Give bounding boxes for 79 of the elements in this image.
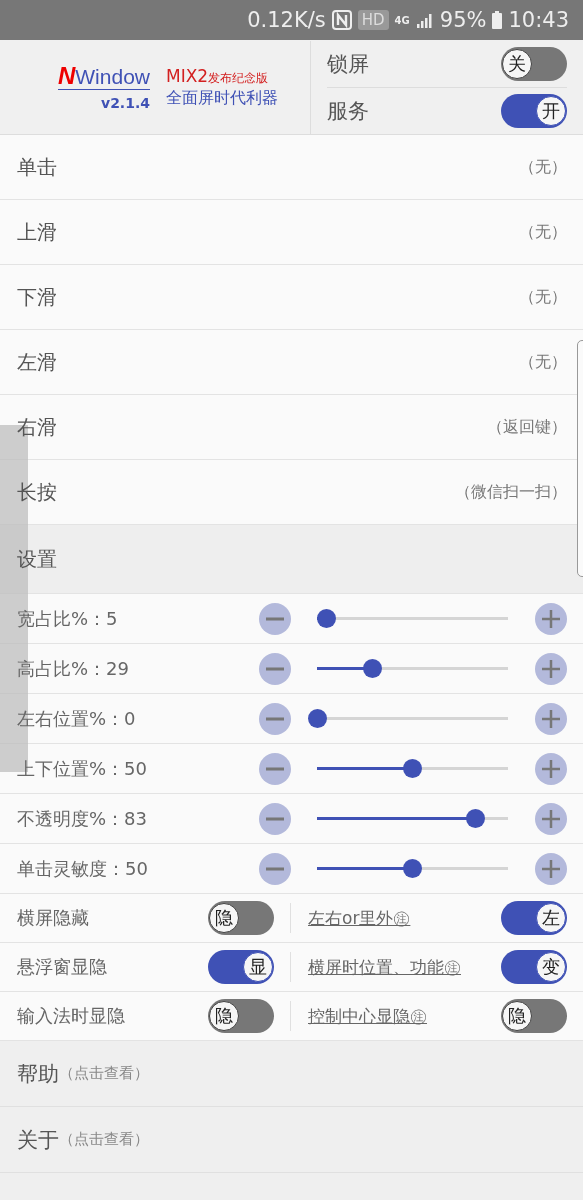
gesture-action[interactable]: （无） — [519, 286, 567, 308]
decrease-button[interactable] — [259, 602, 291, 635]
menu-row[interactable]: 关于（点击查看） — [0, 1107, 583, 1173]
increase-button[interactable] — [535, 752, 567, 785]
slider-thumb[interactable] — [317, 609, 337, 628]
section-title: 设置 — [17, 545, 57, 573]
setting-link[interactable]: 左右or里外㊟ — [308, 906, 411, 930]
battery-level: 95% — [439, 8, 487, 32]
decrease-button[interactable] — [259, 652, 291, 685]
slogan: 全面屏时代利器 — [166, 87, 279, 109]
battery-icon — [492, 11, 503, 29]
setting-link[interactable]: 控制中心显隐㊟ — [308, 1004, 427, 1028]
minus-icon — [266, 766, 284, 771]
setting-link[interactable]: 横屏时位置、功能㊟ — [308, 955, 461, 979]
setting-label: 单击灵敏度：50 — [17, 856, 149, 881]
decrease-button[interactable] — [259, 802, 291, 835]
setting-label: 不透明度%：83 — [17, 806, 148, 831]
minus-icon — [266, 816, 284, 821]
version-label: v2.1.4 — [101, 95, 150, 112]
toggle-switch[interactable]: 关 — [501, 46, 567, 81]
gesture-action[interactable]: （无） — [519, 221, 567, 243]
toggle-switch[interactable]: 隐 — [208, 999, 274, 1033]
clock: 10:43 — [508, 8, 569, 32]
hd-badge: HD — [357, 10, 389, 30]
plus-icon — [542, 709, 560, 728]
minus-icon — [266, 666, 284, 671]
gesture-label[interactable]: 单击 — [17, 153, 57, 181]
plus-icon — [542, 659, 560, 678]
gesture-action[interactable]: （返回键） — [487, 416, 567, 438]
gesture-label[interactable]: 左滑 — [17, 348, 57, 376]
gesture-label[interactable]: 下滑 — [17, 283, 57, 311]
setting-label: 悬浮窗显隐 — [17, 955, 107, 979]
setting-label: 上下位置%：50 — [17, 756, 148, 781]
gesture-label[interactable]: 长按 — [17, 478, 57, 506]
plus-icon — [542, 809, 560, 828]
toggle-switch[interactable]: 隐 — [208, 901, 274, 935]
slider-thumb[interactable] — [466, 809, 485, 828]
network-type: 4G — [394, 14, 410, 26]
gesture-label[interactable]: 右滑 — [17, 413, 57, 441]
setting-label: 左右位置%：0 — [17, 706, 137, 731]
toggle-label: 锁屏 — [327, 50, 369, 78]
setting-label: 输入法时显隐 — [17, 1004, 125, 1028]
increase-button[interactable] — [535, 802, 567, 835]
gesture-label[interactable]: 上滑 — [17, 218, 57, 246]
decrease-button[interactable] — [259, 752, 291, 785]
gesture-action[interactable]: （无） — [519, 351, 567, 373]
slider-thumb[interactable] — [403, 759, 422, 778]
network-speed: 0.12K/s — [247, 8, 326, 32]
edition-label: MIX2发布纪念版 — [166, 65, 270, 88]
increase-button[interactable] — [535, 652, 567, 685]
slider-thumb[interactable] — [403, 859, 422, 878]
plus-icon — [542, 859, 560, 878]
increase-button[interactable] — [535, 602, 567, 635]
toggle-label: 服务 — [327, 97, 369, 125]
setting-label: 宽占比%：5 — [17, 606, 119, 631]
nfc-icon — [331, 10, 352, 30]
minus-icon — [266, 716, 284, 721]
gesture-action[interactable]: （微信扫一扫） — [455, 481, 567, 503]
plus-icon — [542, 759, 560, 778]
minus-icon — [266, 616, 284, 621]
menu-row[interactable]: 帮助（点击查看） — [0, 1041, 583, 1107]
slider-thumb[interactable] — [362, 659, 382, 678]
slider-thumb[interactable] — [307, 709, 327, 728]
toggle-switch[interactable]: 左 — [501, 901, 567, 935]
toggle-switch[interactable]: 变 — [501, 950, 567, 984]
setting-label: 高占比%：29 — [17, 656, 130, 681]
toggle-switch[interactable]: 隐 — [501, 999, 567, 1033]
increase-button[interactable] — [535, 852, 567, 885]
setting-label: 横屏隐藏 — [17, 906, 89, 930]
decrease-button[interactable] — [259, 702, 291, 735]
app-logo: NWindow — [57, 62, 150, 91]
plus-icon — [542, 609, 560, 628]
gesture-action[interactable]: （无） — [519, 156, 567, 178]
decrease-button[interactable] — [259, 852, 291, 885]
toggle-switch[interactable]: 显 — [208, 950, 274, 984]
signal-icon — [415, 12, 434, 28]
minus-icon — [266, 866, 284, 871]
toggle-switch[interactable]: 开 — [501, 93, 567, 128]
increase-button[interactable] — [535, 702, 567, 735]
